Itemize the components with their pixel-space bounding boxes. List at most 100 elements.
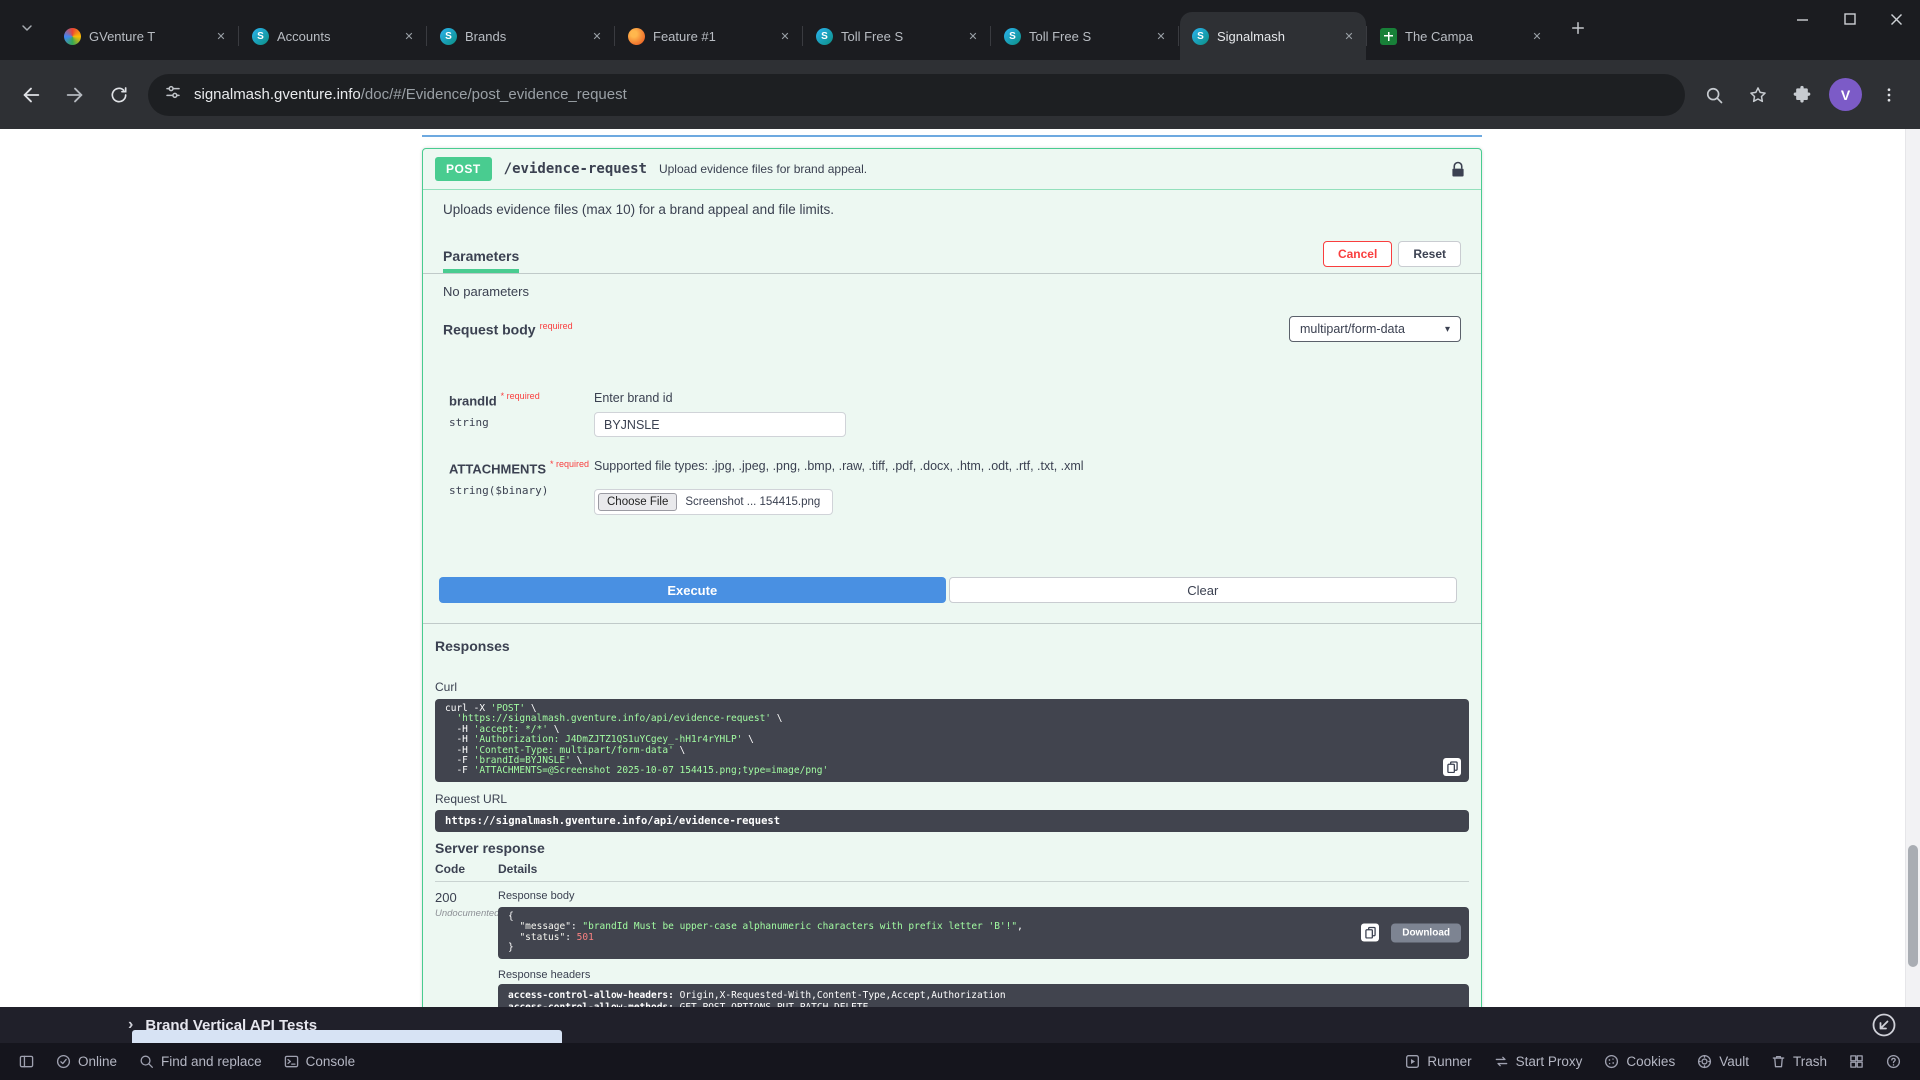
- file-input[interactable]: Choose File Screenshot ... 154415.png: [594, 489, 833, 515]
- status-trash[interactable]: Trash: [1760, 1043, 1838, 1080]
- code-column-header: Code: [435, 862, 498, 876]
- tab-close-button[interactable]: ✕: [1152, 27, 1170, 45]
- cancel-button[interactable]: Cancel: [1323, 241, 1392, 267]
- curl-command: curl -X 'POST' \ 'https://signalmash.gve…: [435, 699, 1469, 782]
- tab-toll-free-s[interactable]: S Toll Free S ✕: [804, 12, 990, 60]
- screen: GVenture T✕SAccounts✕SBrands✕Feature #1✕…: [0, 0, 1920, 1080]
- tab-title: Toll Free S: [1029, 29, 1144, 44]
- browser-menu-button[interactable]: [1868, 74, 1910, 116]
- details-column-header: Details: [498, 862, 537, 876]
- undocumented-label: Undocumented: [435, 908, 498, 919]
- clear-button[interactable]: Clear: [949, 577, 1458, 603]
- response-headers-text: access-control-allow-headers: Origin,X-R…: [498, 984, 1469, 1007]
- server-response-title: Server response: [435, 840, 1469, 856]
- status-find-and-replace[interactable]: Find and replace: [128, 1043, 273, 1080]
- tab-brands[interactable]: SBrands✕: [428, 12, 614, 60]
- proxy-icon: [1494, 1054, 1509, 1069]
- copy-curl-button[interactable]: [1443, 758, 1461, 776]
- back-button[interactable]: [10, 74, 52, 116]
- status-online[interactable]: Online: [45, 1043, 128, 1080]
- check-circle-icon: [56, 1054, 71, 1069]
- minimize-button[interactable]: [1779, 0, 1826, 38]
- status-start-proxy[interactable]: Start Proxy: [1483, 1043, 1594, 1080]
- scrollbar-thumb[interactable]: [1908, 845, 1918, 967]
- response-body-json: { "message": "brandId Must be upper-case…: [498, 907, 1469, 959]
- tab-parameters[interactable]: Parameters: [443, 248, 519, 273]
- tab-the-campa[interactable]: The Campa ✕: [1368, 12, 1554, 60]
- console-icon: [284, 1054, 299, 1069]
- param-name: brandId: [449, 393, 497, 408]
- required-badge: * required: [550, 459, 589, 469]
- content-type-value: multipart/form-data: [1300, 322, 1405, 336]
- lock-icon[interactable]: [1451, 161, 1465, 178]
- tab-close-button[interactable]: ✕: [400, 27, 418, 45]
- reload-button[interactable]: [98, 74, 140, 116]
- signalmash-favicon: S: [440, 28, 457, 45]
- tab-title: Toll Free S: [841, 29, 956, 44]
- tab-feature-1[interactable]: Feature #1✕: [616, 12, 802, 60]
- download-button[interactable]: Download: [1391, 923, 1461, 942]
- feature-favicon: [628, 28, 645, 45]
- status-runner[interactable]: Runner: [1394, 1043, 1482, 1080]
- tab-close-button[interactable]: ✕: [776, 27, 794, 45]
- tab-signalmash[interactable]: SSignalmash✕: [1180, 12, 1366, 60]
- request-body-header: Request bodyrequired multipart/form-data…: [423, 315, 1481, 343]
- tab-close-button[interactable]: ✕: [1340, 27, 1358, 45]
- status-cookies[interactable]: Cookies: [1593, 1043, 1686, 1080]
- brandid-input[interactable]: [594, 412, 846, 437]
- curl-block: curl -X 'POST' \ 'https://signalmash.gve…: [435, 699, 1469, 782]
- tab-close-button[interactable]: ✕: [1528, 27, 1546, 45]
- execute-button[interactable]: Execute: [439, 577, 946, 603]
- responses-section: Responses Curl curl -X 'POST' \ 'https:/…: [423, 623, 1481, 1007]
- curl-label: Curl: [435, 680, 1469, 694]
- panel-icon: [19, 1054, 34, 1069]
- parameters-header: Parameters Cancel Reset: [423, 241, 1481, 274]
- tab-title: The Campa: [1405, 29, 1520, 44]
- no-parameters-text: No parameters: [423, 274, 1481, 305]
- status-grid[interactable]: [1838, 1043, 1875, 1080]
- status-label: Trash: [1793, 1054, 1827, 1069]
- tab-close-button[interactable]: ✕: [964, 27, 982, 45]
- status-vault[interactable]: Vault: [1686, 1043, 1760, 1080]
- content-type-select[interactable]: multipart/form-data ▾: [1289, 316, 1461, 342]
- response-headers-label: Response headers: [498, 969, 1469, 981]
- close-window-button[interactable]: [1873, 0, 1920, 38]
- extensions-button[interactable]: [1781, 74, 1823, 116]
- opblock-summary[interactable]: POST /evidence-request Upload evidence f…: [423, 149, 1481, 190]
- zoom-search-button[interactable]: [1693, 74, 1735, 116]
- site-info-icon[interactable]: [164, 83, 182, 106]
- status-label: Console: [306, 1054, 356, 1069]
- copy-response-button[interactable]: [1361, 924, 1379, 942]
- search-icon: [139, 1054, 154, 1069]
- responses-title: Responses: [423, 624, 1481, 654]
- reset-button[interactable]: Reset: [1398, 241, 1461, 267]
- status-help[interactable]: [1875, 1043, 1912, 1080]
- tab-gventure-t[interactable]: GVenture T✕: [52, 12, 238, 60]
- scrollbar[interactable]: [1905, 129, 1920, 1007]
- forward-button[interactable]: [54, 74, 96, 116]
- tab-close-button[interactable]: ✕: [588, 27, 606, 45]
- tab-toll-free-s[interactable]: SToll Free S✕: [992, 12, 1178, 60]
- maximize-button[interactable]: [1826, 0, 1873, 38]
- status-panel[interactable]: [8, 1043, 45, 1080]
- browser-content: POST /evidence-request Upload evidence f…: [0, 129, 1920, 1007]
- choose-file-button[interactable]: Choose File: [598, 493, 677, 511]
- bookmark-star-button[interactable]: [1737, 74, 1779, 116]
- status-console[interactable]: Console: [273, 1043, 367, 1080]
- tab-close-button[interactable]: ✕: [212, 27, 230, 45]
- tab-accounts[interactable]: SAccounts✕: [240, 12, 426, 60]
- address-bar[interactable]: signalmash.gventure.info/doc/#/Evidence/…: [148, 74, 1685, 116]
- tab-title: Signalmash: [1217, 29, 1332, 44]
- new-tab-button[interactable]: [1564, 16, 1592, 44]
- circle-arrow-icon[interactable]: [1871, 1012, 1897, 1038]
- signalmash-favicon: S: [816, 28, 833, 45]
- request-body-label: Request bodyrequired: [443, 321, 573, 338]
- execute-row: Execute Clear: [423, 577, 1481, 603]
- status-bar-right: RunnerStart ProxyCookiesVault Trash: [1394, 1043, 1912, 1080]
- tab-search-button[interactable]: [10, 13, 44, 47]
- response-body-label: Response body: [498, 890, 1469, 902]
- gventure-favicon: [64, 28, 81, 45]
- cookie-icon: [1604, 1054, 1619, 1069]
- param-row-attachments: ATTACHMENTS* required string($binary) Su…: [449, 459, 1481, 515]
- profile-avatar[interactable]: V: [1829, 78, 1862, 111]
